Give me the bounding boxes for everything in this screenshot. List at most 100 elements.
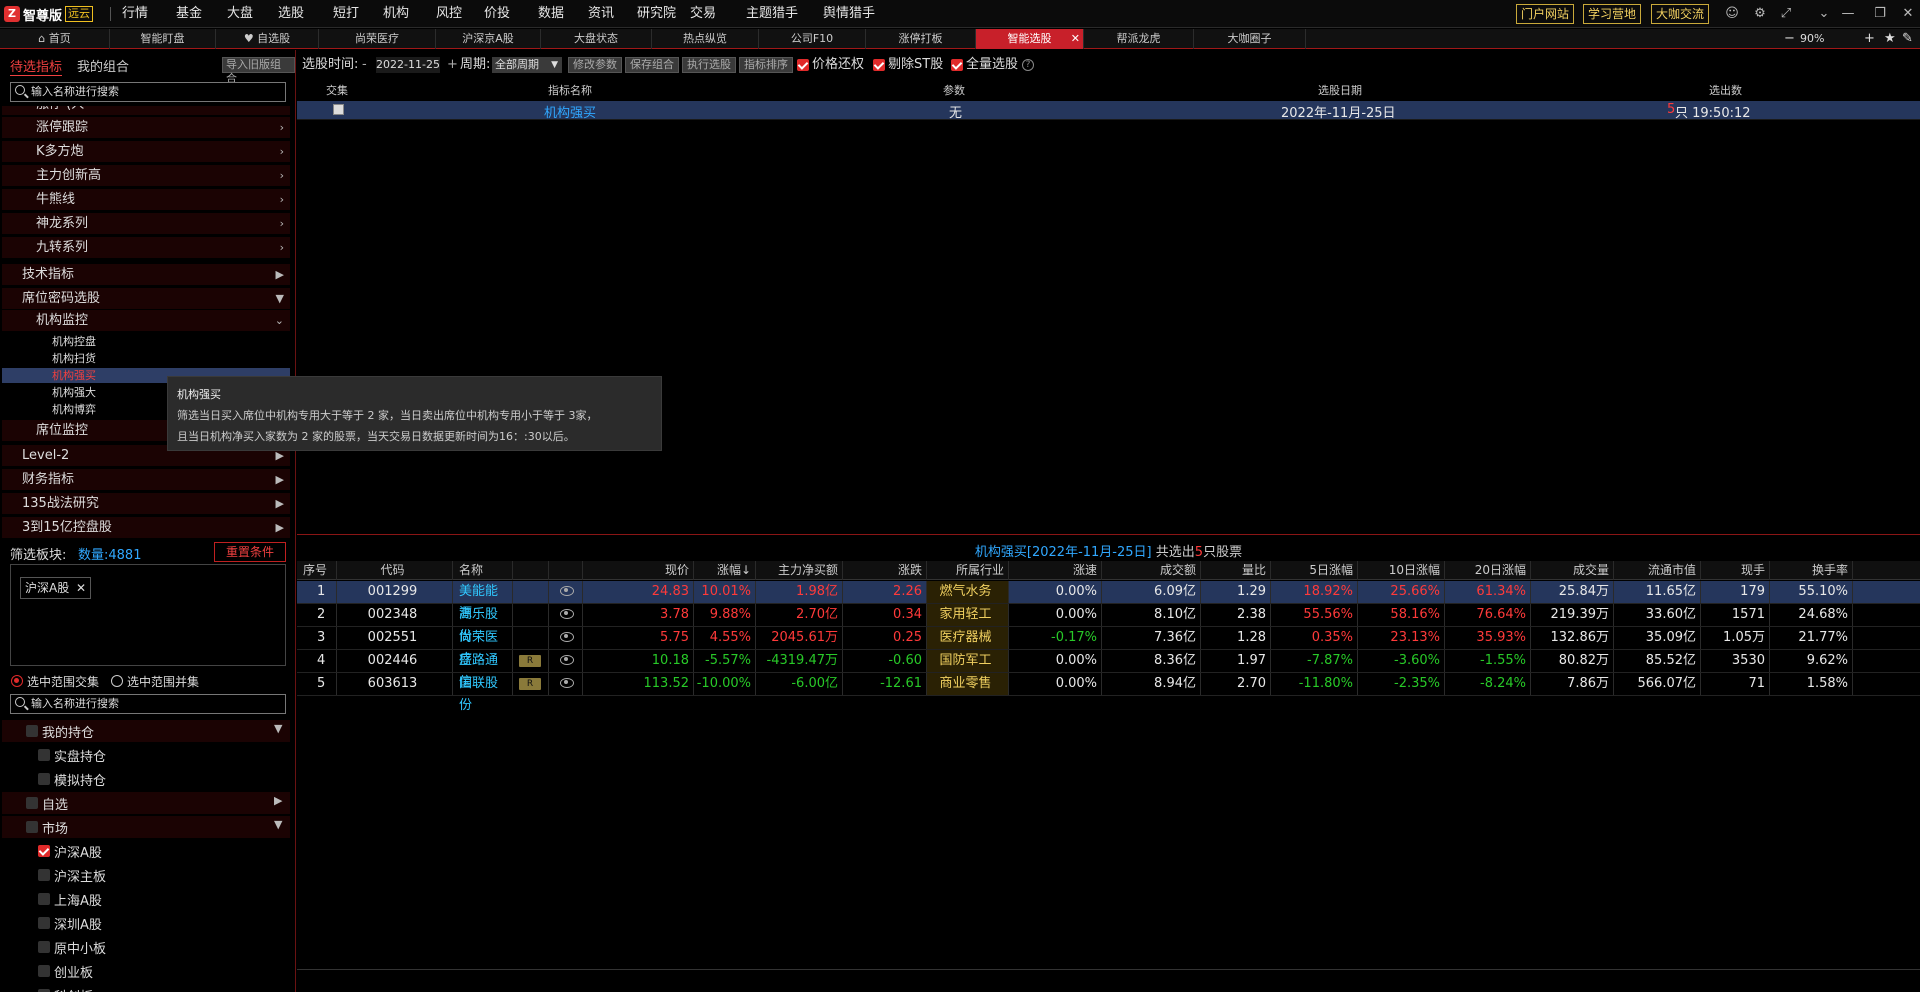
col-header[interactable]: 换手率 xyxy=(1770,561,1853,580)
table-row[interactable]: 1 001299 美能能源 24.83 10.01% 1.98亿 2.26 燃气水务 0.00%… xyxy=(297,581,1920,621)
col-header[interactable] xyxy=(513,561,549,580)
chevron-down-icon[interactable]: ⌄ xyxy=(1816,6,1832,22)
col-header[interactable] xyxy=(549,561,583,580)
period-select[interactable]: 全部周期 ▼ xyxy=(492,57,562,73)
tab-9[interactable]: 智能选股 ✕ xyxy=(976,29,1084,49)
col-header[interactable]: 主力净买额 xyxy=(756,561,843,580)
tree-item[interactable]: 席位密码选股 ▼ xyxy=(2,288,290,310)
remove-tag-icon[interactable]: ✕ xyxy=(76,581,86,595)
board-search-input[interactable]: 输入名称进行搜索 xyxy=(10,694,286,714)
menu-item[interactable]: 风控 xyxy=(436,0,462,28)
selected-board-tag[interactable]: 沪深A股 ✕ xyxy=(20,577,92,599)
tab-5[interactable]: 大盘状态 xyxy=(541,29,652,49)
menu-item[interactable]: 行情 xyxy=(122,0,148,28)
tab-8[interactable]: 涨停打板 xyxy=(866,29,976,49)
expert-exchange-button[interactable]: 大咖交流 xyxy=(1651,4,1710,24)
intersect-radio[interactable] xyxy=(11,675,23,687)
table-row[interactable]: 3 002551 尚荣医疗 5.75 4.55% 2045.61万 0.25 医疗器械 -0.1… xyxy=(297,627,1920,667)
price-restore-checkbox[interactable] xyxy=(797,59,809,71)
tree-item[interactable]: 主力创新高 › xyxy=(2,165,290,187)
date-plus-button[interactable]: + xyxy=(447,57,458,73)
reset-conditions-button[interactable]: 重置条件 xyxy=(214,542,286,562)
date-input[interactable]: 2022-11-25 xyxy=(376,57,440,73)
tab-10[interactable]: 帮派龙虎 xyxy=(1084,29,1194,49)
tab-my-portfolio[interactable]: 我的组合 xyxy=(77,56,129,75)
table-row[interactable]: 4 002446 盛路通信 R 10.18 -5.57% -4319.47万 -0.60 国防军… xyxy=(297,650,1920,690)
tree-item[interactable]: 机构扫货 xyxy=(2,351,290,367)
col-header[interactable]: 涨跌 xyxy=(843,561,927,580)
tab-3[interactable]: 尚荣医疗 xyxy=(319,29,436,49)
board-checkbox[interactable] xyxy=(38,941,50,953)
tree-item[interactable]: 牛熊线 › xyxy=(2,189,290,211)
settings-icon[interactable]: ⚙ xyxy=(1752,6,1768,22)
menu-item[interactable]: 数据 xyxy=(538,0,564,28)
col-header[interactable]: 现手 xyxy=(1701,561,1770,580)
col-header[interactable]: 涨速 xyxy=(1009,561,1102,580)
col-header[interactable]: 流通市值 xyxy=(1614,561,1701,580)
portal-button[interactable]: 门户网站 xyxy=(1516,4,1575,24)
tab-4[interactable]: 沪深京A股 xyxy=(436,29,541,49)
menu-item[interactable]: 选股 xyxy=(278,0,304,28)
col-header[interactable]: 10日涨幅 xyxy=(1358,561,1445,580)
menu-item[interactable]: 机构 xyxy=(383,0,409,28)
col-header[interactable]: 序号 xyxy=(297,561,337,580)
board-checkbox[interactable] xyxy=(38,773,50,785)
union-radio[interactable] xyxy=(111,675,123,687)
tree-item[interactable]: 神龙系列 › xyxy=(2,213,290,235)
save-portfolio-button[interactable]: 保存组合 xyxy=(625,57,679,73)
cell-name[interactable]: 国联股份 xyxy=(453,673,513,713)
board-checkbox[interactable] xyxy=(26,725,38,737)
col-header[interactable]: 成交量 xyxy=(1531,561,1614,580)
full-selection-checkbox[interactable] xyxy=(951,59,963,71)
board-checkbox[interactable] xyxy=(38,917,50,929)
board-checkbox[interactable] xyxy=(38,749,50,761)
cell-name[interactable]: 美能能源 xyxy=(453,581,513,621)
close-icon[interactable]: ✕ xyxy=(1900,6,1916,22)
tab-2[interactable]: ♥ 自选股 xyxy=(216,29,319,49)
table-row[interactable]: 2 002348 高乐股份 3.78 9.88% 2.70亿 0.34 家用轻工 0.00% 8.… xyxy=(297,604,1920,644)
col-header[interactable]: 名称 xyxy=(453,561,513,580)
menu-item[interactable]: 价投 xyxy=(484,0,510,28)
star-icon[interactable]: ★ xyxy=(1884,30,1896,48)
col-header[interactable]: 所属行业 xyxy=(927,561,1009,580)
tab-pending-indicators[interactable]: 待选指标 xyxy=(10,56,63,76)
menu-item[interactable]: 舆情猎手 xyxy=(823,0,875,28)
eye-icon[interactable] xyxy=(560,632,574,642)
menu-item[interactable]: 主题猎手 xyxy=(746,0,798,28)
zoom-in-icon[interactable]: + xyxy=(1864,30,1875,48)
zoom-out-icon[interactable]: − xyxy=(1784,30,1795,48)
menu-item[interactable]: 资讯 xyxy=(588,0,614,28)
tab-6[interactable]: 热点纵览 xyxy=(652,29,759,49)
modify-params-button[interactable]: 修改参数 xyxy=(568,57,622,73)
col-header[interactable]: 涨幅↓ xyxy=(694,561,756,580)
tab-7[interactable]: 公司F10 xyxy=(759,29,866,49)
learning-button[interactable]: 学习营地 xyxy=(1583,4,1642,24)
menu-item[interactable]: 基金 xyxy=(176,0,202,28)
tree-item[interactable]: 机构控盘 xyxy=(2,334,290,350)
tab-1[interactable]: 智能盯盘 xyxy=(110,29,216,49)
restore-icon[interactable]: ❐ xyxy=(1872,6,1888,22)
tree-item[interactable]: 机构监控 ⌄ xyxy=(2,310,290,332)
board-checkbox[interactable] xyxy=(38,845,50,857)
tree-item[interactable]: 3到15亿控盘股 ▶ xyxy=(2,517,290,539)
menu-item[interactable]: 研究院 xyxy=(637,0,676,28)
board-checkbox[interactable] xyxy=(26,797,38,809)
col-header[interactable]: 成交额 xyxy=(1102,561,1201,580)
eye-icon[interactable] xyxy=(560,586,574,596)
board-checkbox[interactable] xyxy=(38,869,50,881)
col-header[interactable]: 现价 xyxy=(583,561,694,580)
tab-11[interactable]: 大咖圈子 xyxy=(1194,29,1306,49)
tree-item[interactable]: 技术指标 ▶ xyxy=(2,264,290,286)
tree-item[interactable]: 135战法研究 ▶ xyxy=(2,493,290,515)
tree-item[interactable]: 涨停跟踪 › xyxy=(2,117,290,139)
tree-item[interactable]: 九转系列 › xyxy=(2,237,290,259)
shrink-icon[interactable]: ⤢ xyxy=(1778,6,1794,22)
col-header[interactable]: 5日涨幅 xyxy=(1271,561,1358,580)
help-icon[interactable]: ? xyxy=(1022,59,1034,71)
indicator-sort-button[interactable]: 指标排序 xyxy=(739,57,793,73)
tree-item[interactable]: 财务指标 ▶ xyxy=(2,469,290,491)
import-portfolio-button[interactable]: 导入旧版组合 xyxy=(222,57,295,85)
col-header[interactable]: 代码 xyxy=(337,561,453,580)
date-minus-button[interactable]: - xyxy=(362,57,367,73)
table-row[interactable]: 5 603613 国联股份 R 113.52 -10.00% -6.00亿 -12.61 商业零… xyxy=(297,673,1920,713)
